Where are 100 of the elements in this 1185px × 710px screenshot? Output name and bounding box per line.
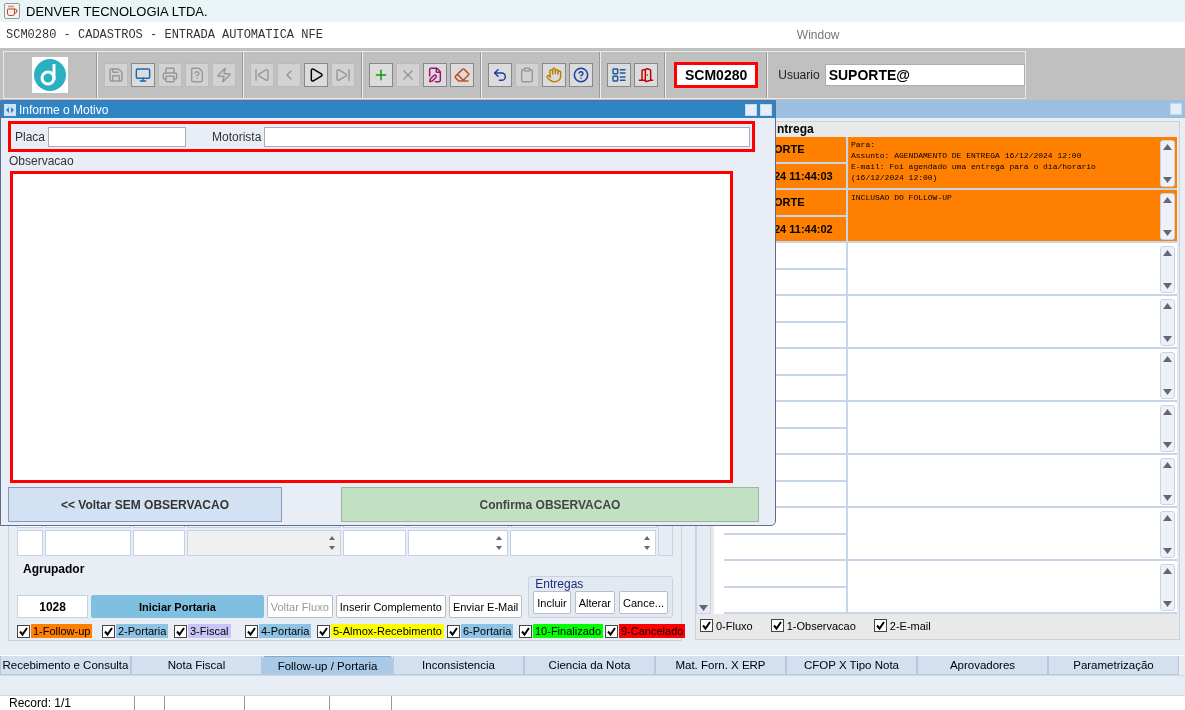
confirm-button[interactable]: Confirma OBSERVACAO <box>341 487 759 522</box>
eraser-button[interactable] <box>450 63 474 87</box>
checkbox[interactable] <box>245 624 258 638</box>
window-menu[interactable]: Window <box>796 28 840 42</box>
undo-icon <box>492 67 508 83</box>
motorista-field[interactable] <box>264 126 750 147</box>
scrollbar[interactable] <box>1160 299 1175 346</box>
scrollbar[interactable] <box>1160 511 1175 558</box>
down-arrow-icon[interactable] <box>1163 548 1172 554</box>
close-icon <box>400 67 416 83</box>
up-arrow-icon[interactable] <box>1163 356 1172 362</box>
monitor-button[interactable] <box>131 63 155 87</box>
status-legend-label: 5-Almox-Recebimento <box>331 624 444 638</box>
play-button[interactable] <box>304 63 328 87</box>
agrupador-field[interactable]: 1028 <box>17 595 89 618</box>
action-button[interactable]: Inserir Complemento <box>335 595 446 618</box>
record-status: Record: 1/1 <box>0 696 135 710</box>
scrollbar[interactable] <box>1160 564 1175 611</box>
screen-code: SCM0280 <box>674 62 759 88</box>
grid-cell[interactable] <box>17 530 43 556</box>
undo-button[interactable] <box>488 63 512 87</box>
up-arrow-icon[interactable] <box>1163 568 1172 574</box>
down-arrow-icon[interactable] <box>1163 442 1172 448</box>
up-arrow-icon[interactable] <box>1163 515 1172 521</box>
checkbox[interactable] <box>102 624 115 638</box>
grid-cell[interactable] <box>510 530 656 556</box>
clipboard-icon <box>519 67 535 83</box>
status-legend-label: 10-Finalizado <box>533 624 604 638</box>
menu-button[interactable] <box>607 63 631 87</box>
checkbox[interactable] <box>700 619 713 632</box>
tab[interactable]: Inconsistencia <box>393 656 524 675</box>
exit-button[interactable] <box>634 63 658 87</box>
scrollbar[interactable] <box>1160 193 1175 240</box>
tab[interactable]: Recebimento e Consulta <box>0 656 131 675</box>
status-legend-label: 4-Portaria <box>259 624 312 638</box>
tab[interactable]: CFOP X Tipo Nota <box>786 656 917 675</box>
lightning-icon <box>216 67 232 83</box>
close-icon[interactable] <box>760 103 772 116</box>
checkbox[interactable] <box>174 624 187 638</box>
action-button[interactable]: Enviar E-Mail <box>448 595 523 618</box>
down-arrow-icon[interactable] <box>1163 601 1172 607</box>
up-arrow-icon[interactable] <box>1163 144 1172 150</box>
scrollbar[interactable] <box>1160 352 1175 399</box>
up-arrow-icon[interactable] <box>1163 462 1172 468</box>
down-arrow-icon[interactable] <box>1163 230 1172 236</box>
plus-button[interactable] <box>369 63 393 87</box>
hand-icon <box>546 67 562 83</box>
save-icon <box>108 67 124 83</box>
tab[interactable]: Nota Fiscal <box>131 656 262 675</box>
menu-icon <box>611 67 627 83</box>
down-arrow-icon[interactable] <box>1163 177 1172 183</box>
pen-button[interactable] <box>423 63 447 87</box>
grid-cell[interactable] <box>186 530 341 556</box>
motorista-label: Motorista <box>212 129 262 144</box>
observacao-field[interactable] <box>10 171 733 483</box>
tab[interactable]: Follow-up / Portaria <box>262 656 393 675</box>
grid-cell[interactable] <box>44 530 131 556</box>
checkbox[interactable] <box>17 624 30 638</box>
down-arrow-icon[interactable] <box>1163 389 1172 395</box>
scrollbar[interactable] <box>1160 405 1175 452</box>
checkbox[interactable] <box>770 619 784 632</box>
scrollbar[interactable] <box>1160 140 1175 187</box>
tab[interactable]: Aprovadores <box>917 656 1048 675</box>
eraser-icon <box>454 67 470 83</box>
down-arrow-icon[interactable] <box>1163 336 1172 342</box>
entregas-button[interactable]: Alterar <box>574 591 616 614</box>
back-button[interactable]: << Voltar SEM OBSERVACAO <box>8 487 282 522</box>
up-arrow-icon[interactable] <box>1163 303 1172 309</box>
user-field[interactable]: SUPORTE@ <box>824 64 1025 86</box>
up-arrow-icon[interactable] <box>1163 197 1172 203</box>
tab[interactable]: Ciencia da Nota <box>524 656 655 675</box>
tab[interactable]: Mat. Forn. X ERP <box>655 656 786 675</box>
checkbox[interactable] <box>317 624 330 638</box>
action-button[interactable]: Iniciar Portaria <box>91 595 264 618</box>
up-arrow-icon[interactable] <box>1163 409 1172 415</box>
scrollbar[interactable] <box>1160 458 1175 505</box>
scrollbar[interactable] <box>1160 246 1175 293</box>
checkbox[interactable] <box>519 624 532 638</box>
status-legend-label: 1-Follow-up <box>31 624 93 638</box>
entregas-button[interactable]: Cance... <box>619 591 668 614</box>
down-arrow-icon[interactable] <box>1163 283 1172 289</box>
grid-cell[interactable] <box>408 530 509 556</box>
down-arrow-icon[interactable] <box>1163 495 1172 501</box>
maximize-icon[interactable] <box>745 103 757 116</box>
printer-icon <box>162 67 178 83</box>
grid-cell[interactable] <box>132 530 185 556</box>
up-arrow-icon[interactable] <box>1163 250 1172 256</box>
down-arrow-icon[interactable] <box>699 605 708 611</box>
entregas-button[interactable]: Incluir <box>533 591 571 614</box>
tab[interactable]: Parametrização <box>1048 656 1179 675</box>
checkbox[interactable] <box>873 619 887 632</box>
checkbox[interactable] <box>605 624 618 638</box>
placa-field[interactable] <box>48 126 187 147</box>
checkbox[interactable] <box>447 624 460 638</box>
observacao-label: Observacao <box>9 154 75 168</box>
entregas-title: Entregas <box>535 577 585 591</box>
pen-icon <box>427 67 443 83</box>
help-button[interactable] <box>569 63 593 87</box>
grid-cell[interactable] <box>342 530 407 556</box>
help-icon <box>573 67 589 83</box>
